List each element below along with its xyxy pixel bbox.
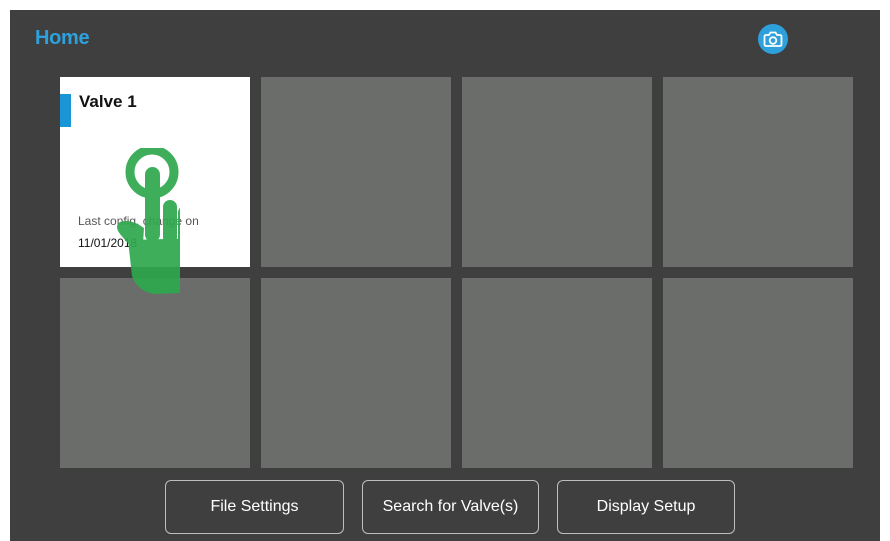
empty-valve-tile[interactable] [663, 278, 853, 468]
valve-name: Valve 1 [79, 92, 137, 111]
last-config-label: Last config. change on [78, 214, 199, 228]
empty-valve-tile[interactable] [462, 77, 652, 267]
tile-marker [60, 94, 71, 127]
camera-button[interactable] [758, 24, 788, 54]
camera-icon [763, 31, 783, 47]
empty-valve-tile[interactable] [462, 278, 652, 468]
file-settings-button[interactable]: File Settings [165, 480, 344, 534]
empty-valve-tile[interactable] [663, 77, 853, 267]
empty-valve-tile[interactable] [60, 278, 250, 468]
page-title: Home [35, 27, 90, 49]
display-setup-button[interactable]: Display Setup [557, 480, 735, 534]
home-screen: Home Valve 1 Last config. change on 11/0… [10, 10, 880, 541]
search-for-valves-button[interactable]: Search for Valve(s) [362, 480, 539, 534]
empty-valve-tile[interactable] [261, 77, 451, 267]
last-config-date: 11/01/2018 [78, 236, 138, 250]
valve-tile-1[interactable]: Valve 1 Last config. change on 11/01/201… [60, 77, 250, 267]
empty-valve-tile[interactable] [261, 278, 451, 468]
